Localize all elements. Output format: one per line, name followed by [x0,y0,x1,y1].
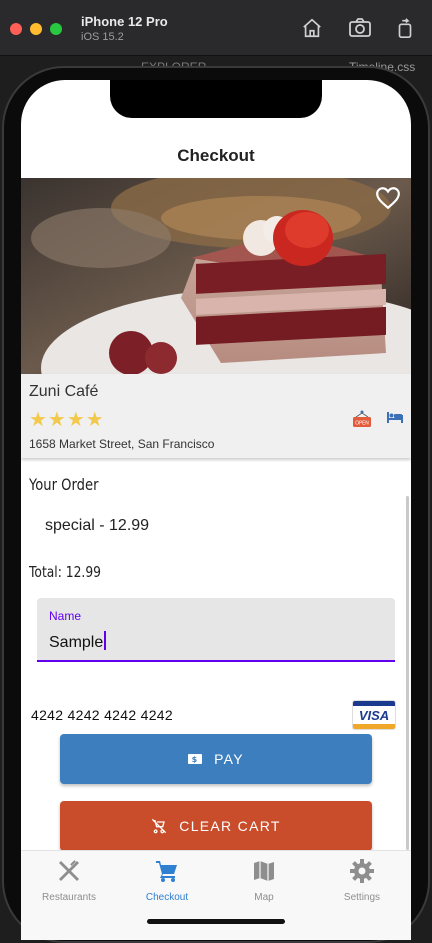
tab-label-map: Map [254,892,274,903]
home-indicator[interactable] [147,919,285,924]
name-field-label: Name [49,609,82,623]
pay-button[interactable]: $ PAY [60,734,372,784]
simulator-title-bar: iPhone 12 Pro iOS 15.2 [0,0,432,56]
page-title: Checkout [177,146,255,165]
camera-icon [349,18,371,37]
open-sign-icon: OPEN [352,410,372,433]
tab-label-checkout: Checkout [145,892,189,903]
order-item: special - 12.99 [45,517,150,534]
clear-cart-label: CLEAR CART [179,818,281,834]
restaurant-name: Zuni Café [29,383,99,400]
order-heading: Your Order [29,475,99,494]
pay-button-label: PAY [214,751,244,767]
restaurant-address: 1658 Market Street, San Francisco [29,437,215,451]
order-total: Total: 12.99 [29,563,101,581]
visa-card-icon: VISA [352,700,396,730]
remove-cart-icon [151,818,167,834]
screenshot-button[interactable] [346,14,374,42]
money-icon: $ [188,754,203,764]
favorite-button[interactable] [375,186,401,215]
home-icon [303,18,321,38]
phone-notch [110,80,322,118]
fork-knife-icon [59,860,79,881]
text-caret [104,631,107,650]
os-version: iOS 15.2 [81,31,124,43]
rotate-button[interactable] [391,14,419,42]
tab-label-restaurants: Restaurants [42,892,96,903]
clear-cart-button[interactable]: CLEAR CART [60,801,372,851]
tab-label-settings: Settings [343,892,381,903]
device-name: iPhone 12 Pro [81,14,168,29]
map-icon [254,861,274,881]
heart-icon [376,187,400,210]
zoom-window-button[interactable] [50,23,62,35]
restaurant-photo [21,178,411,374]
tab-bar: Restaurants Checkout Map Settings [21,850,411,940]
tab-checkout[interactable]: Checkout [122,859,212,903]
card-number-field[interactable]: 4242 4242 4242 4242 [31,707,173,723]
restaurant-info: Zuni Café ★★★★ OPEN 1658 Market Street, … [21,374,411,458]
tab-map[interactable]: Map [219,859,309,903]
minimize-window-button[interactable] [30,23,42,35]
rating-stars: ★★★★ [29,409,105,431]
cart-icon [156,861,177,882]
bed-icon [387,410,403,428]
scrollbar[interactable] [406,496,409,850]
home-button[interactable] [298,14,326,42]
svg-text:$: $ [192,755,199,764]
tab-restaurants[interactable]: Restaurants [24,859,114,903]
rotate-icon [398,18,412,38]
close-window-button[interactable] [10,23,22,35]
tab-settings[interactable]: Settings [317,859,407,903]
open-badge-text: OPEN [355,421,369,427]
name-field-value[interactable]: Sample [49,634,103,651]
gear-icon [350,859,374,883]
name-field[interactable]: Name Sample [37,598,395,662]
card-brand: VISA [358,708,390,723]
app-screen: Checkout Zuni Café ★★★★ OPEN 1658 Market… [21,80,411,940]
cake-image [21,178,411,374]
